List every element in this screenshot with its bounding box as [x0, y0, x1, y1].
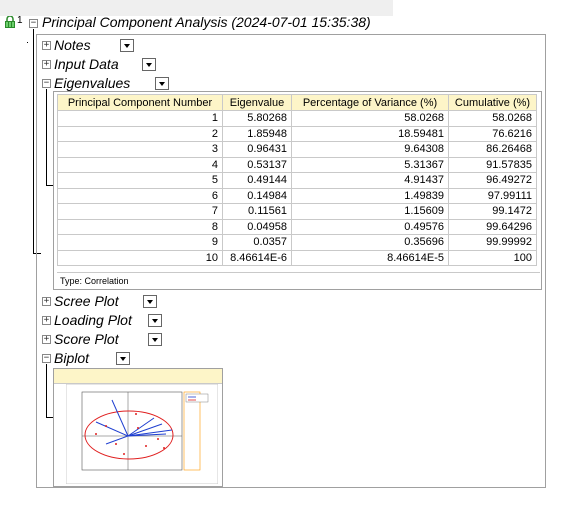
table-cell[interactable]: 99.64296 — [448, 218, 537, 235]
table-cell[interactable]: 99.1472 — [448, 203, 537, 220]
table-cell[interactable]: 8.46614E-5 — [291, 249, 449, 266]
tree-line — [46, 89, 47, 185]
report-index: 1 — [17, 15, 23, 26]
collapse-eigenvalues-toggle[interactable]: − — [42, 79, 51, 88]
table-cell[interactable]: 99.99992 — [448, 234, 537, 251]
section-score-plot[interactable]: Score Plot — [54, 331, 119, 347]
section-notes[interactable]: Notes — [54, 37, 91, 53]
lock-icon — [5, 16, 15, 28]
table-cell[interactable]: 3 — [57, 141, 223, 158]
expand-input-data-toggle[interactable]: + — [42, 60, 51, 69]
table-cell[interactable]: 8.46614E-6 — [222, 249, 292, 266]
eigenvalues-dropdown[interactable] — [155, 77, 169, 90]
table-cell[interactable]: 5.80268 — [222, 110, 292, 127]
table-cell[interactable]: 86.26468 — [448, 141, 537, 158]
scree-plot-dropdown[interactable] — [143, 295, 157, 308]
table-header-row: Principal Component Number Eigenvalue Pe… — [57, 94, 537, 111]
notes-dropdown[interactable] — [120, 39, 134, 52]
report-title: Principal Component Analysis (2024-07-01… — [42, 14, 371, 30]
table-cell[interactable]: 1.49839 — [291, 187, 449, 204]
collapse-report-toggle[interactable]: − — [29, 19, 38, 28]
column-header[interactable]: Principal Component Number — [57, 94, 223, 111]
expand-notes-toggle[interactable]: + — [42, 41, 51, 50]
biplot-dropdown[interactable] — [116, 352, 130, 365]
table-cell[interactable]: 0.49576 — [291, 218, 449, 235]
loading-plot-dropdown[interactable] — [148, 314, 162, 327]
score-plot-dropdown[interactable] — [148, 333, 162, 346]
table-cell[interactable]: 6 — [57, 187, 223, 204]
table-row: 8 0.04958 0.49576 99.64296 — [57, 218, 537, 235]
table-cell[interactable]: 5.31367 — [291, 156, 449, 173]
table-row: 1 5.80268 58.0268 58.0268 — [57, 110, 537, 127]
eigenvalues-table: Principal Component Number Eigenvalue Pe… — [57, 94, 537, 266]
column-header[interactable]: Cumulative (%) — [448, 94, 537, 111]
table-cell[interactable]: 0.49144 — [222, 172, 292, 189]
tree-line — [33, 29, 34, 254]
table-cell[interactable]: 58.0268 — [448, 110, 537, 127]
table-cell[interactable]: 0.0357 — [222, 234, 292, 251]
section-scree-plot[interactable]: Scree Plot — [54, 293, 119, 309]
table-cell[interactable]: 2 — [57, 125, 223, 142]
section-loading-plot[interactable]: Loading Plot — [54, 312, 132, 328]
table-row: 10 8.46614E-6 8.46614E-5 100 — [57, 249, 537, 266]
collapse-biplot-toggle[interactable]: − — [42, 354, 51, 363]
table-row: 4 0.53137 5.31367 91.57835 — [57, 156, 537, 173]
table-cell[interactable]: 91.57835 — [448, 156, 537, 173]
table-row: 5 0.49144 4.91437 96.49272 — [57, 172, 537, 189]
table-cell[interactable]: 0.14984 — [222, 187, 292, 204]
column-header[interactable]: Percentage of Variance (%) — [291, 94, 449, 111]
table-cell[interactable]: 0.53137 — [222, 156, 292, 173]
legend-box — [185, 393, 209, 403]
section-biplot[interactable]: Biplot — [54, 350, 89, 366]
expand-scree-plot-toggle[interactable]: + — [42, 297, 51, 306]
table-row: 7 0.11561 1.15609 99.1472 — [57, 203, 537, 220]
table-row: 2 1.85948 18.59481 76.6216 — [57, 125, 537, 142]
column-header[interactable]: Eigenvalue — [222, 94, 292, 111]
input-data-dropdown[interactable] — [142, 58, 156, 71]
table-cell[interactable]: 9.64308 — [291, 141, 449, 158]
table-cell[interactable]: 100 — [448, 249, 537, 266]
table-cell[interactable]: 0.04958 — [222, 218, 292, 235]
table-cell[interactable]: 10 — [57, 249, 223, 266]
table-cell[interactable]: 4.91437 — [291, 172, 449, 189]
table-cell[interactable]: 0.11561 — [222, 203, 292, 220]
table-cell[interactable]: 7 — [57, 203, 223, 220]
tree-line — [46, 417, 53, 418]
expand-loading-plot-toggle[interactable]: + — [42, 316, 51, 325]
table-cell[interactable]: 1 — [57, 110, 223, 127]
tree-line — [46, 364, 47, 417]
table-cell[interactable]: 5 — [57, 172, 223, 189]
expand-score-plot-toggle[interactable]: + — [42, 335, 51, 344]
tree-line — [46, 185, 53, 186]
table-row: 3 0.96431 9.64308 86.26468 — [57, 141, 537, 158]
section-eigenvalues[interactable]: Eigenvalues — [54, 75, 130, 91]
section-input-data[interactable]: Input Data — [54, 56, 119, 72]
table-note: Type: Correlation — [57, 272, 540, 288]
table-cell[interactable]: 18.59481 — [291, 125, 449, 142]
biplot-thumbnail[interactable] — [66, 384, 218, 484]
table-cell[interactable]: 1.85948 — [222, 125, 292, 142]
table-cell[interactable]: 9 — [57, 234, 223, 251]
table-cell[interactable]: 0.35696 — [291, 234, 449, 251]
table-cell[interactable]: 58.0268 — [291, 110, 449, 127]
table-cell[interactable]: 0.96431 — [222, 141, 292, 158]
table-row: 9 0.0357 0.35696 99.99992 — [57, 234, 537, 251]
table-row: 6 0.14984 1.49839 97.99111 — [57, 187, 537, 204]
table-cell[interactable]: 97.99111 — [448, 187, 537, 204]
table-cell[interactable]: 8 — [57, 218, 223, 235]
table-cell[interactable]: 96.49272 — [448, 172, 537, 189]
biplot-header — [54, 369, 222, 384]
table-cell[interactable]: 4 — [57, 156, 223, 173]
table-cell[interactable]: 76.6216 — [448, 125, 537, 142]
table-cell[interactable]: 1.15609 — [291, 203, 449, 220]
